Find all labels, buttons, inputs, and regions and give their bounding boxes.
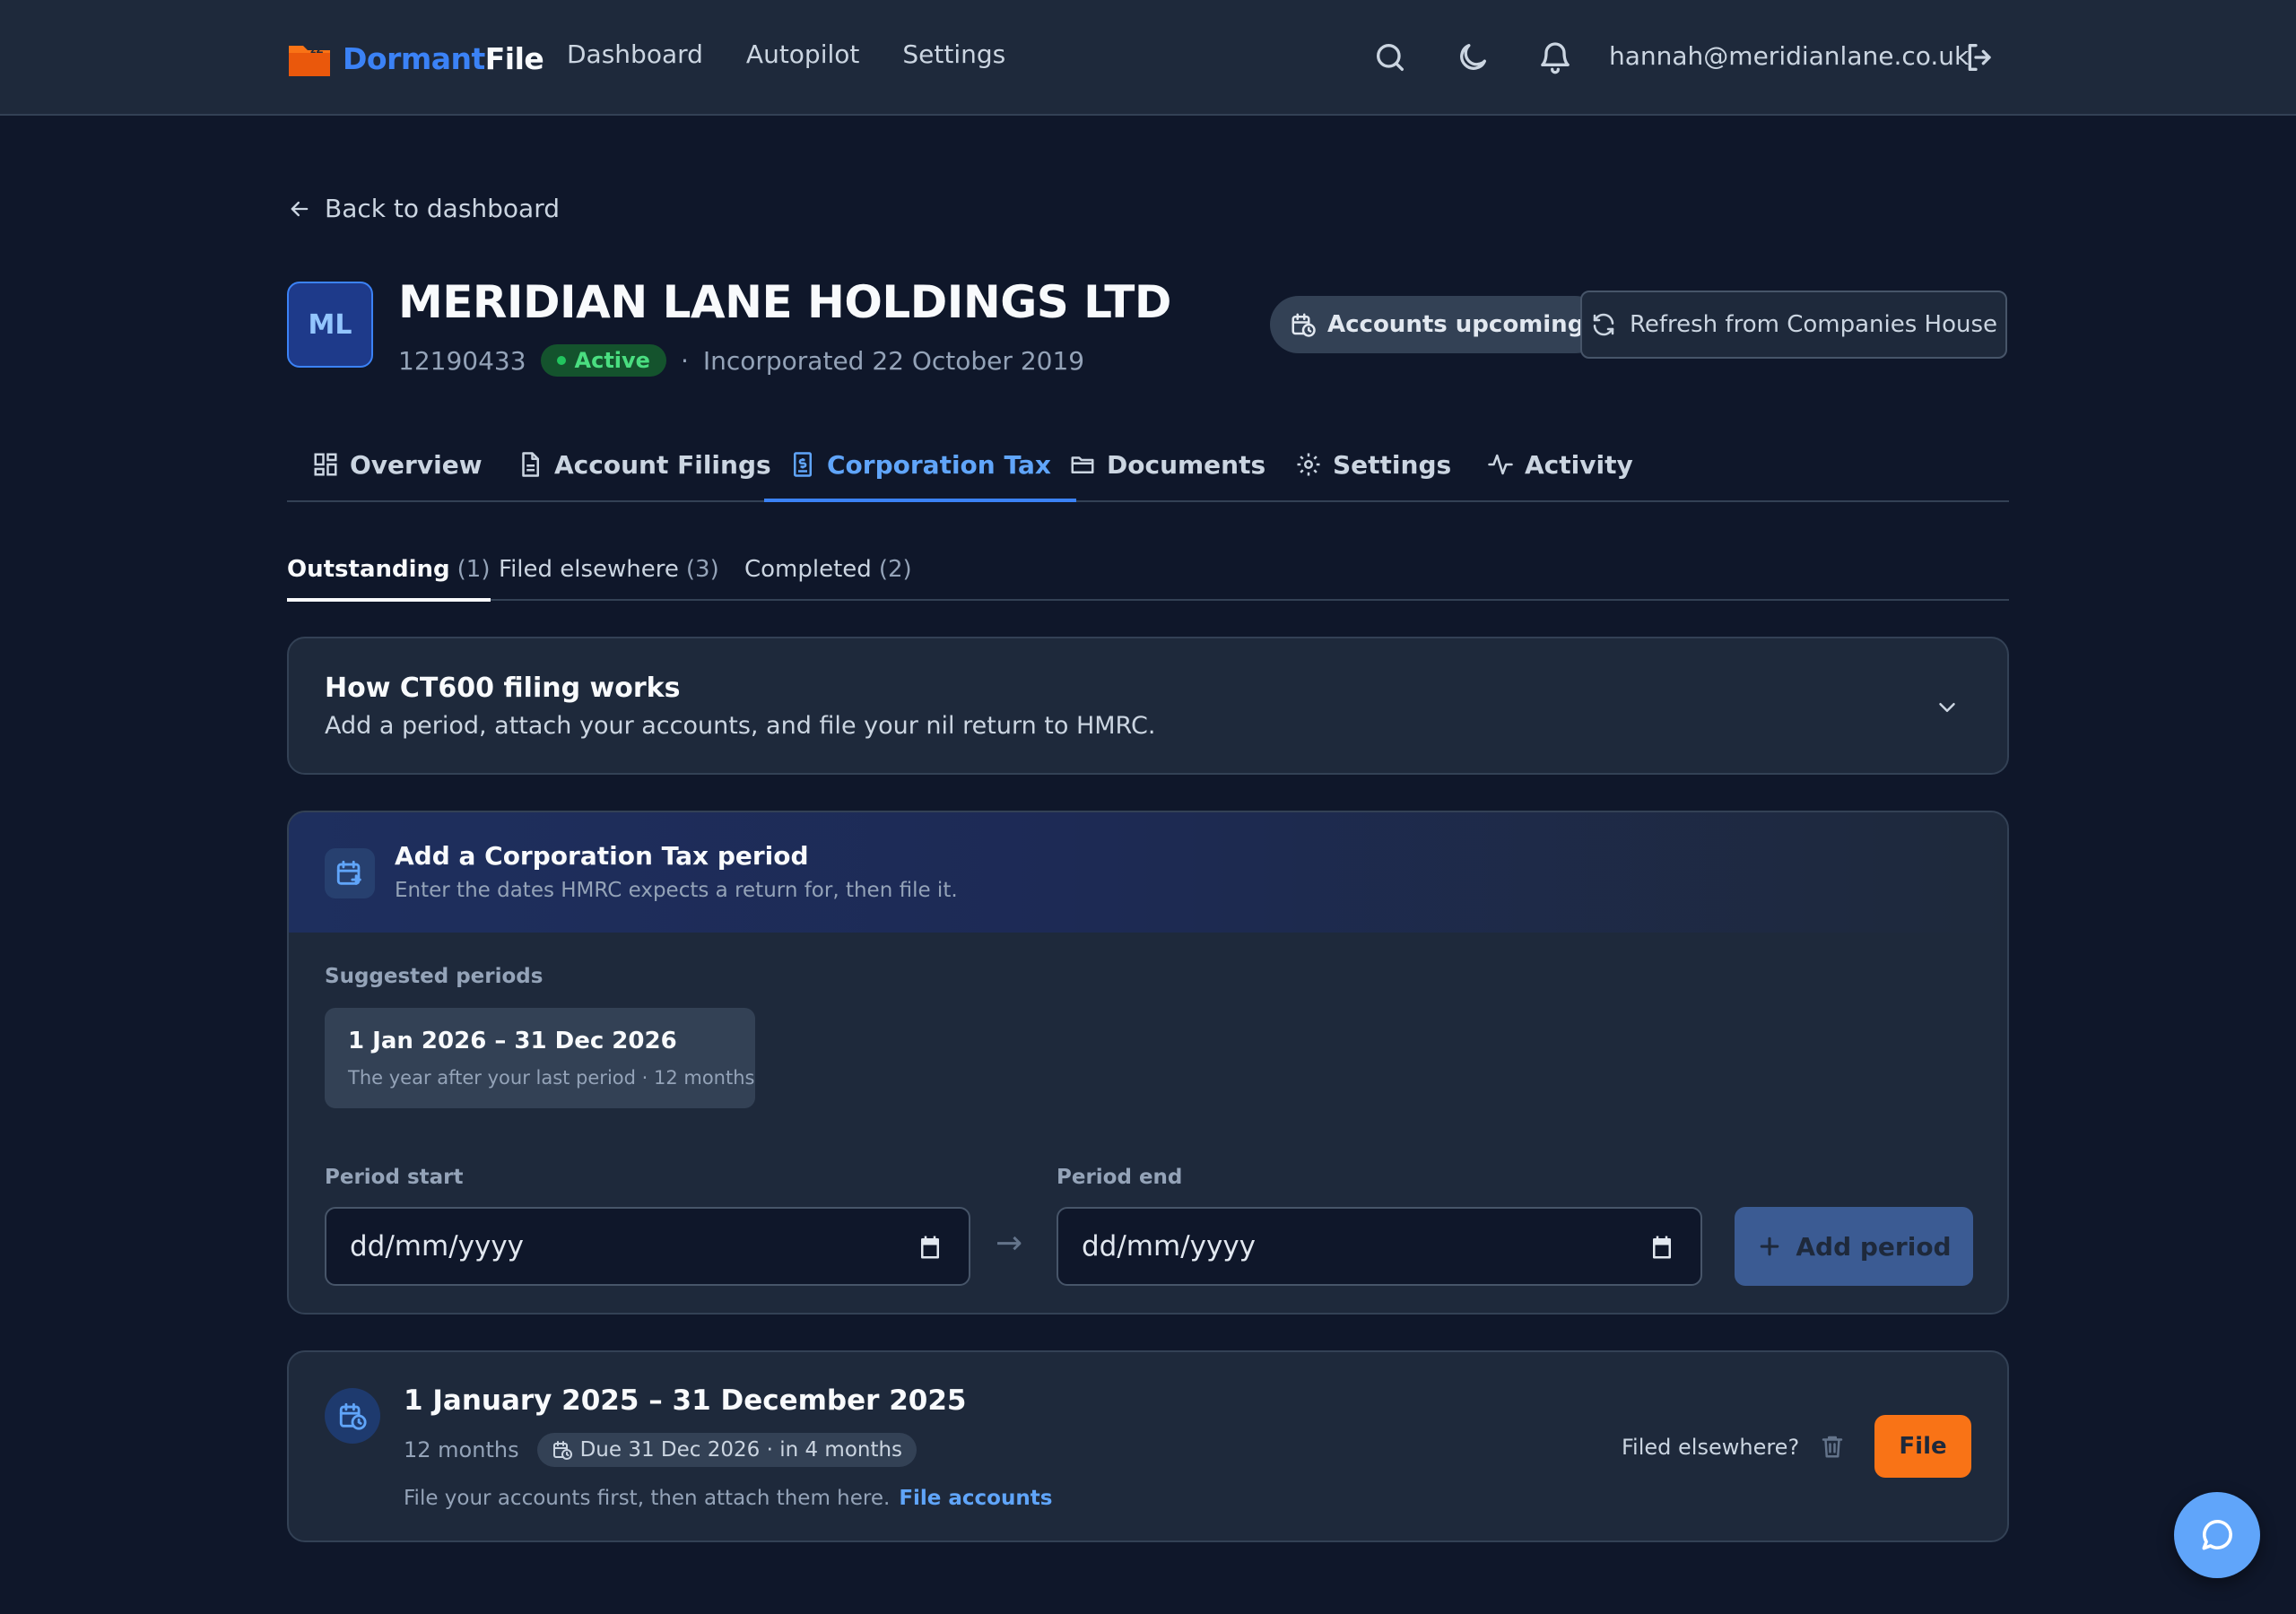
add-period-card: Add a Corporation Tax period Enter the d… (287, 811, 2009, 1315)
chevron-down-icon[interactable] (1934, 694, 1961, 721)
info-title: How CT600 filing works (325, 672, 681, 704)
nav-settings[interactable]: Settings (902, 39, 1005, 69)
top-navigation-bar: zZ DormantFile Dashboard Autopilot Setti… (0, 0, 2296, 116)
company-avatar: ML (287, 282, 373, 368)
search-icon[interactable] (1372, 39, 1408, 75)
user-email[interactable]: hannah@meridianlane.co.uk (1609, 41, 1969, 71)
tax-receipt-icon (794, 452, 812, 477)
tab-corporation-tax[interactable]: Corporation Tax (764, 429, 1076, 502)
arrow-left-icon (291, 201, 309, 216)
refresh-companies-house-button[interactable]: Refresh from Companies House (1580, 291, 2007, 359)
main-nav: Dashboard Autopilot Settings (567, 39, 1005, 69)
nav-dashboard[interactable]: Dashboard (567, 39, 703, 69)
accounts-upcoming-badge[interactable]: Accounts upcoming (1270, 296, 1605, 353)
tax-period-card: 1 January 2025 – 31 December 2025 12 mon… (287, 1350, 2009, 1542)
company-name: MERIDIAN LANE HOLDINGS LTD (398, 276, 1171, 328)
logo[interactable]: zZ DormantFile (287, 36, 544, 81)
calendar-clock-icon (552, 1441, 572, 1460)
company-meta: 12190433 Active · Incorporated 22 Octobe… (398, 344, 1084, 377)
grid-icon (314, 453, 337, 476)
calendar-icon[interactable] (1648, 1234, 1675, 1261)
gear-icon (1297, 453, 1320, 476)
suggested-periods-label: Suggested periods (325, 965, 544, 988)
plus-icon (1761, 1237, 1779, 1256)
tab-activity[interactable]: Activity (1487, 429, 1633, 500)
add-period-subtitle: Enter the dates HMRC expects a return fo… (395, 879, 958, 902)
tab-overview[interactable]: Overview (312, 429, 483, 500)
status-badge: Active (540, 344, 666, 377)
folder-logo-icon: zZ (287, 39, 332, 78)
subtab-outstanding[interactable]: Outstanding (1) (287, 540, 491, 602)
moon-icon[interactable] (1455, 39, 1491, 75)
logout-icon[interactable] (1962, 39, 1998, 75)
tab-account-filings[interactable]: Account Filings (517, 429, 771, 500)
period-start-input[interactable]: dd/mm/yyyy (325, 1207, 970, 1286)
subtab-completed[interactable]: Completed (2) (744, 540, 912, 599)
folder-open-icon (1071, 456, 1094, 473)
filing-status-subtabs: Outstanding (1) Filed elsewhere (3) Comp… (287, 540, 2009, 602)
status-dot (556, 356, 566, 365)
ct600-info-accordion[interactable]: How CT600 filing works Add a period, att… (287, 637, 2009, 775)
back-to-dashboard-link[interactable]: Back to dashboard (287, 194, 560, 223)
add-period-title: Add a Corporation Tax period (395, 841, 809, 871)
nav-autopilot[interactable]: Autopilot (746, 39, 859, 69)
info-subtitle: Add a period, attach your accounts, and … (325, 712, 1156, 740)
period-length: 12 months (404, 1437, 519, 1462)
company-tabs: Overview Account Filings Corporation Tax… (287, 429, 2009, 502)
period-note: File your accounts first, then attach th… (404, 1487, 1053, 1510)
add-period-header: Add a Corporation Tax period Enter the d… (289, 812, 2007, 933)
period-title: 1 January 2025 – 31 December 2025 (404, 1384, 967, 1417)
refresh-icon (1593, 313, 1614, 336)
calendar-clock-icon (325, 1388, 380, 1444)
meta-separator: · (680, 345, 689, 376)
subtab-filed-elsewhere[interactable]: Filed elsewhere (3) (499, 540, 719, 599)
trash-icon[interactable] (1819, 1433, 1846, 1460)
file-button[interactable]: File (1874, 1415, 1971, 1478)
logo-text-file: File (484, 40, 544, 76)
svg-text:zZ: zZ (310, 44, 323, 56)
due-date-badge: Due 31 Dec 2026 · in 4 months (536, 1433, 918, 1467)
range-arrow: → (996, 1225, 1023, 1262)
calendar-plus-icon (325, 848, 375, 898)
company-number: 12190433 (398, 345, 526, 376)
calendar-icon[interactable] (917, 1234, 944, 1261)
period-end-input[interactable]: dd/mm/yyyy (1057, 1207, 1702, 1286)
tab-settings[interactable]: Settings (1295, 429, 1451, 500)
tab-documents[interactable]: Documents (1069, 429, 1265, 500)
period-end-label: Period end (1057, 1166, 1183, 1189)
logo-text-dormant: Dormant (343, 40, 485, 76)
add-period-button[interactable]: Add period (1735, 1207, 1973, 1286)
period-start-label: Period start (325, 1166, 464, 1189)
chat-button[interactable] (2174, 1492, 2260, 1578)
period-meta: 12 months Due 31 Dec 2026 · in 4 months (404, 1433, 918, 1467)
filed-elsewhere-link[interactable]: Filed elsewhere? (1622, 1435, 1799, 1460)
file-accounts-link[interactable]: File accounts (899, 1487, 1052, 1510)
suggested-period-chip[interactable]: 1 Jan 2026 – 31 Dec 2026 The year after … (325, 1008, 755, 1108)
incorporation-date: Incorporated 22 October 2019 (702, 345, 1085, 376)
document-icon (522, 452, 539, 477)
activity-icon (1488, 454, 1513, 475)
bell-icon[interactable] (1537, 39, 1573, 75)
calendar-clock-icon (1292, 313, 1316, 337)
chat-bubble-icon (2202, 1520, 2232, 1550)
